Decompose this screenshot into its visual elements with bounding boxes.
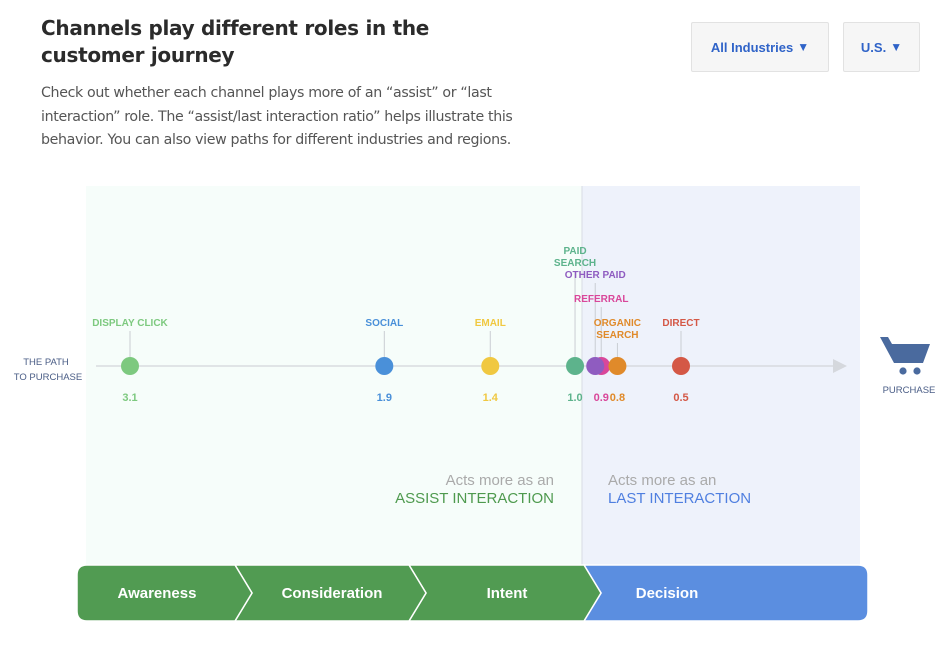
channel-label: ORGANIC SEARCH xyxy=(594,318,641,341)
stage-label: Intent xyxy=(487,585,528,602)
stage-label: Decision xyxy=(636,585,699,602)
assist-region-background xyxy=(86,186,582,600)
journey-stages: Awareness Consideration Intent Decision xyxy=(76,564,869,622)
channel-label-line: SOCIAL xyxy=(365,318,403,329)
purchase-label: PURCHASE xyxy=(883,385,936,396)
channel-label: EMAIL xyxy=(475,318,506,329)
channel-value-label: 0.5 xyxy=(673,392,688,404)
stage-label: Awareness xyxy=(118,585,197,602)
stage-decision[interactable] xyxy=(582,564,869,622)
channel-point[interactable] xyxy=(586,357,605,375)
channel-label: DISPLAY CLICK xyxy=(92,318,168,329)
channel-value-label: 3.1 xyxy=(122,392,137,404)
channel-label-line: ORGANIC xyxy=(594,318,641,329)
channel-value-label: 1.9 xyxy=(377,392,392,404)
channel-label-line: PAID xyxy=(563,246,586,257)
channel-value-label: 0.9 xyxy=(594,392,609,404)
channel-point[interactable] xyxy=(121,357,139,375)
channel-label-line: SEARCH xyxy=(554,258,596,269)
channel-value-label: 1.0 xyxy=(567,392,582,404)
stage-label: Consideration xyxy=(282,585,383,602)
channel-label-line: EMAIL xyxy=(475,318,506,329)
channel-label-line: SEARCH xyxy=(596,330,638,341)
channel-point[interactable] xyxy=(375,357,394,375)
assist-annotation-line1: Acts more as an xyxy=(446,472,554,489)
channel-label: REFERRAL xyxy=(574,294,628,305)
channel-label: SOCIAL xyxy=(365,318,403,329)
channel-label-line: DISPLAY CLICK xyxy=(92,318,168,329)
channel-value-label: 1.4 xyxy=(483,392,499,404)
channel-point[interactable] xyxy=(566,357,585,375)
shopping-cart-icon xyxy=(880,337,930,375)
channel-point[interactable] xyxy=(608,357,627,375)
channel-label: OTHER PAID xyxy=(565,270,626,281)
customer-journey-chart: THE PATH TO PURCHASE PURCHASE DISPLAY CL… xyxy=(14,186,936,622)
last-annotation-line1: Acts more as an xyxy=(608,472,716,489)
channel-label: DIRECT xyxy=(662,318,699,329)
channel-point[interactable] xyxy=(481,357,500,375)
channel-label-line: REFERRAL xyxy=(574,294,628,305)
channel-value-label: 0.8 xyxy=(610,392,625,404)
assist-annotation-line2: ASSIST INTERACTION xyxy=(395,490,554,507)
path-label-line2: TO PURCHASE xyxy=(14,372,82,383)
path-label-line1: THE PATH xyxy=(23,357,69,368)
last-annotation-line2: LAST INTERACTION xyxy=(608,490,751,507)
channel-label-line: DIRECT xyxy=(662,318,699,329)
channel-label-line: OTHER PAID xyxy=(565,270,626,281)
channel-point[interactable] xyxy=(672,357,690,375)
